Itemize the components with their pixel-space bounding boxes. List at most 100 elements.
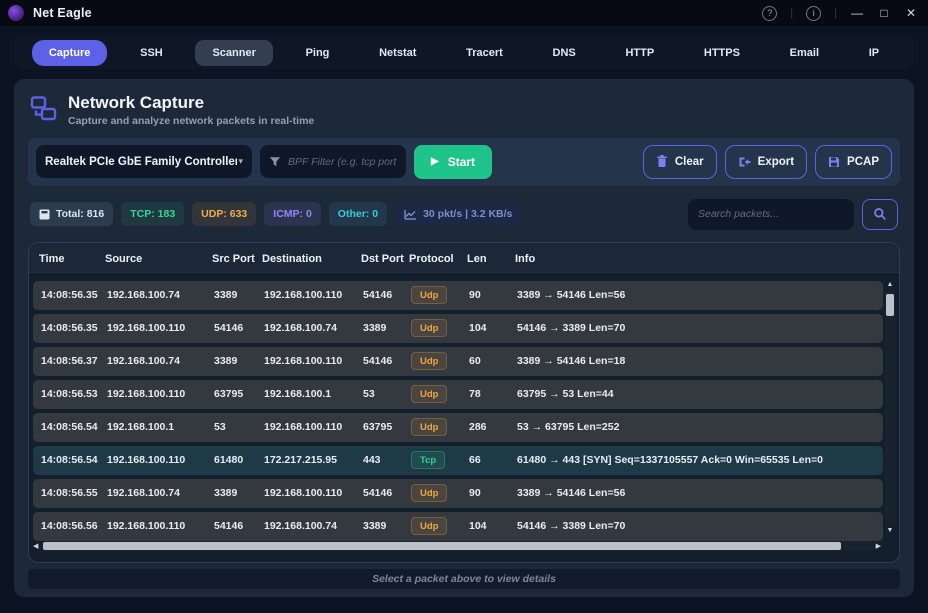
cell-source: 192.168.100.74 [107, 289, 214, 301]
save-floppy-icon [828, 156, 840, 168]
start-button-label: Start [448, 155, 475, 169]
export-button[interactable]: Export [725, 145, 807, 179]
tab-ping[interactable]: Ping [289, 40, 347, 66]
info-icon[interactable]: i [806, 6, 821, 21]
search-button[interactable] [862, 199, 898, 230]
tab-https[interactable]: HTTPS [687, 40, 757, 66]
cell-len: 104 [469, 520, 517, 532]
table-row[interactable]: 14:08:56.37192.168.100.743389192.168.100… [33, 347, 883, 376]
cell-dst-port: 54146 [363, 487, 411, 499]
tab-http[interactable]: HTTP [608, 40, 671, 66]
cell-source: 192.168.100.110 [107, 388, 214, 400]
cell-dst-port: 3389 [363, 520, 411, 532]
horizontal-scroll-thumb[interactable] [43, 542, 841, 550]
capture-header: Network Capture Capture and analyze netw… [28, 91, 900, 138]
cell-info: 3389 → 54146 Len=18 [517, 355, 883, 367]
cell-len: 60 [469, 355, 517, 367]
cell-time: 14:08:56.35 [41, 289, 107, 301]
horizontal-scroll-track[interactable] [41, 541, 872, 551]
table-row[interactable]: 14:08:56.56192.168.100.11054146192.168.1… [33, 512, 883, 541]
packet-rows: 14:08:56.35192.168.100.743389192.168.100… [29, 275, 899, 562]
cell-src-port: 53 [214, 421, 264, 433]
horizontal-scrollbar[interactable]: ◀ ▶ [33, 540, 881, 552]
cell-src-port: 63795 [214, 388, 264, 400]
cell-destination: 192.168.100.1 [264, 388, 363, 400]
column-header: Time [39, 253, 105, 265]
cell-time: 14:08:56.37 [41, 355, 107, 367]
table-row[interactable]: 14:08:56.54192.168.100.11061480172.217.2… [33, 446, 883, 475]
cell-destination: 192.168.100.110 [264, 421, 363, 433]
search-field [688, 199, 854, 230]
cell-protocol: Udp [411, 484, 469, 502]
vertical-scroll-thumb[interactable] [886, 294, 894, 316]
vertical-scrollbar[interactable]: ▲ ▼ [884, 280, 896, 536]
tab-email[interactable]: Email [773, 40, 836, 66]
tab-ssh[interactable]: SSH [123, 40, 180, 66]
cell-info: 3389 → 54146 Len=56 [517, 289, 883, 301]
export-icon [738, 156, 751, 168]
bpf-filter-input[interactable] [288, 156, 397, 168]
protocol-badge: Udp [411, 352, 447, 370]
close-button[interactable]: ✕ [904, 6, 918, 20]
tab-capture[interactable]: Capture [32, 40, 108, 66]
tab-ip[interactable]: IP [852, 40, 896, 66]
trash-icon [656, 155, 668, 168]
rate-badge: 30 pkt/s | 3.2 KB/s [395, 202, 521, 226]
cell-info: 53 → 63795 Len=252 [517, 421, 883, 433]
cell-src-port: 3389 [214, 487, 264, 499]
table-row[interactable]: 14:08:56.35192.168.100.743389192.168.100… [33, 281, 883, 310]
cell-destination: 192.168.100.110 [264, 487, 363, 499]
cell-destination: 192.168.100.74 [264, 520, 363, 532]
help-icon[interactable]: ? [762, 6, 777, 21]
other-count-badge: Other: 0 [329, 202, 387, 226]
cell-src-port: 61480 [214, 454, 264, 466]
clear-button[interactable]: Clear [643, 145, 717, 179]
scroll-up-icon[interactable]: ▲ [887, 280, 894, 290]
scroll-down-icon[interactable]: ▼ [887, 526, 894, 536]
table-row[interactable]: 14:08:56.53192.168.100.11063795192.168.1… [33, 380, 883, 409]
export-button-label: Export [758, 156, 794, 168]
clear-button-label: Clear [675, 156, 704, 168]
cell-time: 14:08:56.35 [41, 322, 107, 334]
search-input[interactable] [698, 208, 844, 220]
cell-source: 192.168.100.110 [107, 322, 214, 334]
tcp-count-badge: TCP: 183 [121, 202, 184, 226]
cell-destination: 172.217.215.95 [264, 454, 363, 466]
cell-protocol: Udp [411, 385, 469, 403]
cell-destination: 192.168.100.110 [264, 355, 363, 367]
cell-time: 14:08:56.54 [41, 454, 107, 466]
rate-label: 30 pkt/s | 3.2 KB/s [423, 208, 512, 220]
column-header: Info [515, 253, 899, 265]
cell-dst-port: 54146 [363, 289, 411, 301]
scroll-right-icon[interactable]: ▶ [876, 542, 881, 550]
capture-panel: Network Capture Capture and analyze netw… [14, 79, 914, 597]
minimize-button[interactable]: — [850, 6, 864, 20]
tab-scanner[interactable]: Scanner [195, 40, 272, 66]
tab-dns[interactable]: DNS [536, 40, 593, 66]
cell-time: 14:08:56.54 [41, 421, 107, 433]
cell-time: 14:08:56.55 [41, 487, 107, 499]
start-capture-button[interactable]: ▶ Start [414, 145, 492, 179]
scroll-left-icon[interactable]: ◀ [33, 542, 38, 550]
cell-src-port: 54146 [214, 520, 264, 532]
cell-source: 192.168.100.74 [107, 355, 214, 367]
search-icon [873, 207, 887, 221]
maximize-button[interactable]: □ [877, 6, 891, 20]
stats-row: Total: 816 TCP: 183 UDP: 633 ICMP: 0 Oth… [28, 199, 900, 230]
tab-netstat[interactable]: Netstat [362, 40, 433, 66]
udp-count-badge: UDP: 633 [192, 202, 256, 226]
cell-source: 192.168.100.110 [107, 454, 214, 466]
table-row[interactable]: 14:08:56.54192.168.100.153192.168.100.11… [33, 413, 883, 442]
pcap-button[interactable]: PCAP [815, 145, 892, 179]
cell-protocol: Udp [411, 517, 469, 535]
protocol-badge: Udp [411, 484, 447, 502]
tab-tracert[interactable]: Tracert [449, 40, 520, 66]
table-header: TimeSourceSrc PortDestinationDst PortPro… [29, 243, 899, 275]
app-title: Net Eagle [33, 6, 92, 20]
cell-info: 3389 → 54146 Len=56 [517, 487, 883, 499]
table-row[interactable]: 14:08:56.55192.168.100.743389192.168.100… [33, 479, 883, 508]
adapter-select[interactable]: Realtek PCIe GbE Family Controller ▾ [36, 145, 252, 178]
cell-source: 192.168.100.1 [107, 421, 214, 433]
table-row[interactable]: 14:08:56.35192.168.100.11054146192.168.1… [33, 314, 883, 343]
vertical-scroll-track[interactable] [885, 291, 895, 525]
